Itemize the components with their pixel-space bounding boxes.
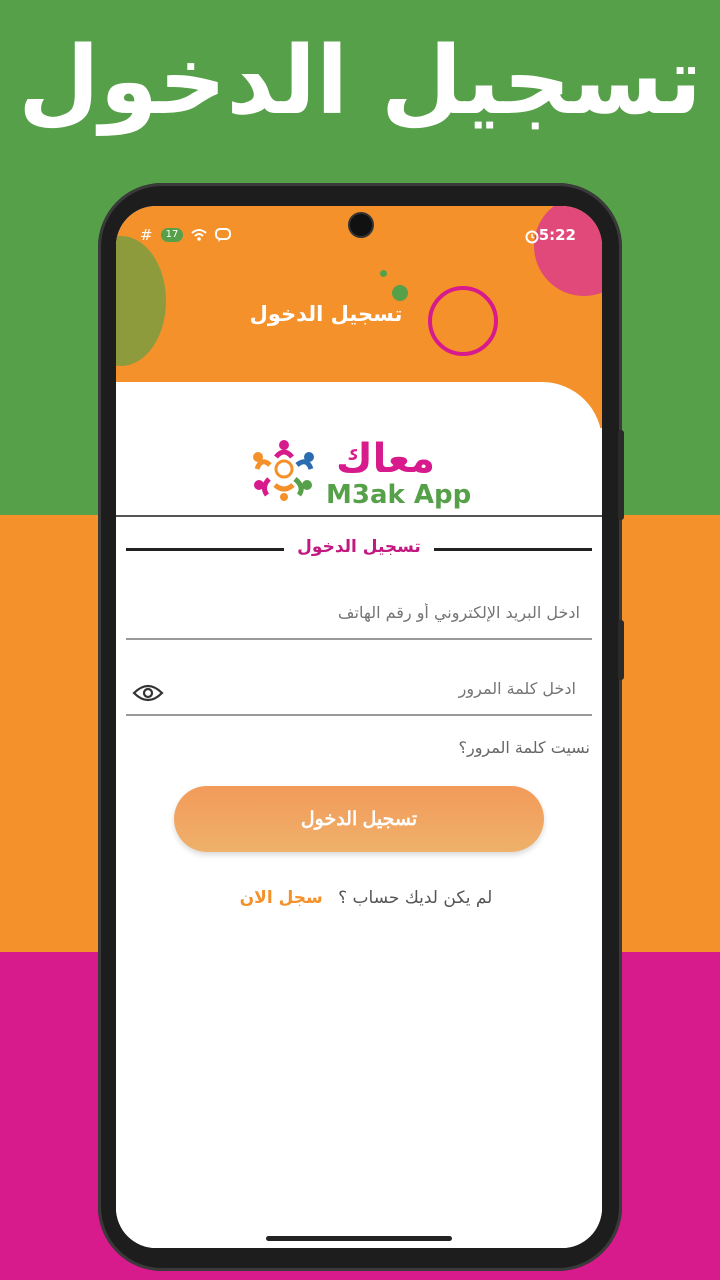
chat-icon	[215, 227, 232, 242]
password-field	[126, 674, 592, 716]
section-line-left	[126, 548, 284, 551]
password-input[interactable]	[194, 678, 578, 699]
decor-dot-large	[392, 285, 408, 301]
decor-circle-right	[534, 206, 602, 296]
register-link[interactable]: سجل الان	[240, 888, 323, 908]
forgot-password-link[interactable]: نسيت كلمة المرور؟	[458, 738, 590, 757]
eye-icon[interactable]	[132, 682, 164, 704]
login-button[interactable]: تسجيل الدخول	[174, 786, 544, 852]
alarm-icon	[525, 230, 539, 244]
logo-english-name: M3ak App	[326, 480, 472, 510]
wifi-icon	[191, 229, 207, 241]
banner-title: تسجيل الدخول	[18, 27, 702, 136]
logo-arabic-name: معاك	[336, 436, 436, 482]
decor-circle-left	[116, 236, 166, 366]
section-title: تسجيل الدخول	[297, 537, 421, 557]
section-line-right	[434, 548, 592, 551]
header-divider	[116, 515, 602, 517]
status-time: 5:22	[538, 226, 576, 244]
decor-dot-small	[380, 270, 387, 277]
email-input[interactable]	[158, 602, 582, 623]
decor-ring	[428, 286, 498, 356]
phone-volume-button	[618, 430, 624, 520]
home-indicator	[266, 1236, 452, 1241]
phone-screen: # 17 5:22 تسجيل الدخول معاك M3ak App تسج…	[116, 206, 602, 1248]
people-logo-icon	[253, 440, 314, 501]
status-badge: 17	[160, 228, 184, 242]
email-field	[126, 598, 592, 640]
header-title: تسجيل الدخول	[249, 302, 403, 326]
phone-power-button	[618, 620, 624, 680]
register-row: لم يكن لديك حساب ؟ سجل الان	[196, 888, 536, 908]
status-bar: # 17 5:22	[116, 226, 602, 248]
status-symbol: #	[140, 226, 153, 244]
no-account-text: لم يكن لديك حساب ؟	[338, 888, 493, 908]
status-left-icons: # 17	[140, 226, 232, 244]
